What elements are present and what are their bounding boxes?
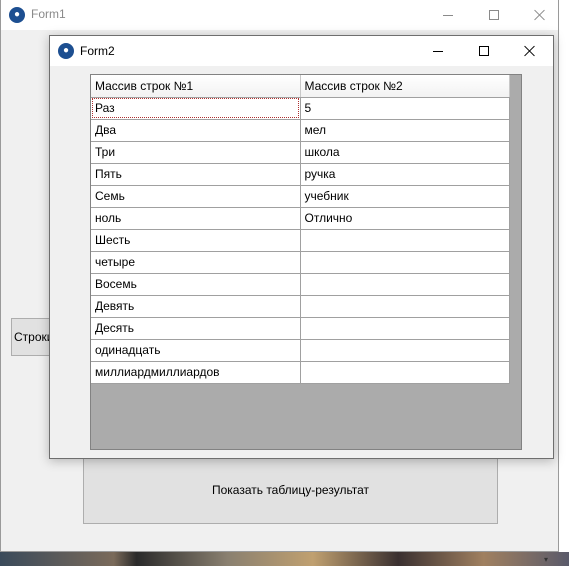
grid-cell[interactable]: Девять (91, 295, 301, 318)
form2-titlebar[interactable]: ● Form2 (50, 36, 553, 66)
grid-cell[interactable]: Три (91, 141, 301, 164)
column-header-2[interactable]: Массив строк №2 (300, 75, 510, 98)
grid-cell[interactable] (300, 339, 510, 362)
maximize-icon (489, 10, 499, 20)
grid-cell[interactable] (300, 295, 510, 318)
form1-minimize-button[interactable] (425, 0, 471, 30)
close-icon (524, 45, 536, 57)
grid-cell[interactable] (300, 229, 510, 252)
show-result-table-button[interactable]: Показать таблицу-результат (83, 456, 498, 524)
table-row[interactable]: Шесть (91, 229, 510, 252)
grid-cell[interactable]: Семь (91, 185, 301, 208)
grid-cell[interactable]: Раз (91, 97, 301, 120)
minimize-icon (433, 50, 443, 52)
column-header-1[interactable]: Массив строк №1 (91, 75, 301, 98)
table-row[interactable]: ноль Отлично (91, 207, 510, 230)
desktop-wallpaper-strip (0, 552, 569, 566)
table-row[interactable]: Восемь (91, 273, 510, 296)
table-row[interactable]: Пять ручка (91, 163, 510, 186)
grid-header-row: Массив строк №1 Массив строк №2 (91, 75, 510, 98)
grid-cell[interactable]: 5 (300, 97, 510, 120)
grid-cell[interactable]: Два (91, 119, 301, 142)
minimize-icon (443, 14, 453, 16)
grid-cell[interactable] (300, 317, 510, 340)
table-row[interactable]: одинадцать (91, 339, 510, 362)
grid-cell[interactable]: четыре (91, 251, 301, 274)
grid-cell[interactable]: Пять (91, 163, 301, 186)
grid-cell[interactable]: Шесть (91, 229, 301, 252)
form1-title: Form1 (31, 7, 66, 21)
grid-cell[interactable]: учебник (300, 185, 510, 208)
grid-cell[interactable]: миллиардмиллиардов (91, 361, 301, 384)
grid-body: Раз 5 Два мел Три школа Пять ручка Семь учебник но… (91, 97, 510, 384)
form1-maximize-button[interactable] (471, 0, 517, 30)
chevron-down-icon[interactable]: ▾ (541, 555, 551, 565)
form2-close-button[interactable] (507, 36, 553, 66)
table-row[interactable]: Три школа (91, 141, 510, 164)
grid-cell[interactable]: мел (300, 119, 510, 142)
paw-icon: ● (9, 7, 25, 23)
grid-cell[interactable]: Восемь (91, 273, 301, 296)
form1-close-button[interactable] (517, 0, 563, 30)
table-row[interactable]: Два мел (91, 119, 510, 142)
table-row[interactable]: миллиардмиллиардов (91, 361, 510, 384)
form2-maximize-button[interactable] (461, 36, 507, 66)
table-row[interactable]: Десять (91, 317, 510, 340)
grid-cell[interactable] (300, 251, 510, 274)
table-row[interactable]: Девять (91, 295, 510, 318)
table-row[interactable]: Семь учебник (91, 185, 510, 208)
grid-cell[interactable]: ручка (300, 163, 510, 186)
table-row[interactable]: Раз 5 (91, 97, 510, 120)
grid-cell[interactable]: ноль (91, 207, 301, 230)
maximize-icon (479, 46, 489, 56)
form2-minimize-button[interactable] (415, 36, 461, 66)
paw-icon: ● (58, 43, 74, 59)
grid-cell[interactable] (300, 361, 510, 384)
grid-cell[interactable]: Десять (91, 317, 301, 340)
grid-cell[interactable]: школа (300, 141, 510, 164)
data-grid[interactable]: Массив строк №1 Массив строк №2 Раз 5 Два м… (90, 74, 522, 450)
form2-title: Form2 (80, 44, 115, 58)
close-icon (534, 9, 546, 21)
form1-titlebar[interactable]: ● Form1 (1, 0, 558, 30)
form2-window: ● Form2 Массив строк №1 Массив строк №2 (49, 35, 554, 459)
table-row[interactable]: четыре (91, 251, 510, 274)
grid-cell[interactable]: Отлично (300, 207, 510, 230)
data-grid-table: Массив строк №1 Массив строк №2 Раз 5 Два м… (91, 75, 510, 384)
grid-cell[interactable]: одинадцать (91, 339, 301, 362)
grid-cell[interactable] (300, 273, 510, 296)
desktop: ● Form1 Строки Показать таблицу-результа… (0, 0, 569, 566)
